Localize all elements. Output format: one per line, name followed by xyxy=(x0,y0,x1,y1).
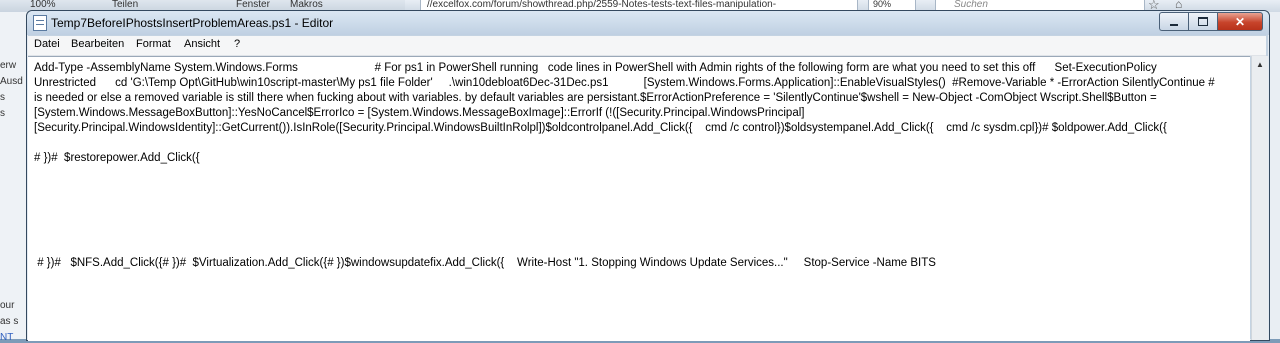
background-left-text: s xyxy=(0,92,5,103)
caption-buttons: ✕ xyxy=(1159,12,1263,31)
menu-edit[interactable]: Bearbeiten xyxy=(71,38,124,50)
background-ribbon-share: Teilen xyxy=(112,0,139,10)
background-left-text: erw xyxy=(0,60,17,71)
title-bar[interactable]: Temp7BeforeIPhostsInsertProblemAreas.ps1… xyxy=(27,11,1269,35)
menu-format[interactable]: Format xyxy=(136,38,171,50)
background-ribbon-macros: Makros xyxy=(290,0,323,10)
background-left-text: s xyxy=(0,108,5,119)
background-left-text: our xyxy=(0,300,15,311)
background-left-text: Ausd xyxy=(0,76,23,87)
window-title: Temp7BeforeIPhostsInsertProblemAreas.ps1… xyxy=(51,16,334,30)
background-ribbon-zoom: 100% xyxy=(30,0,56,10)
menu-file[interactable]: Datei xyxy=(34,38,60,50)
text-editor[interactable]: Add-Type -AssemblyName System.Windows.Fo… xyxy=(28,56,1250,341)
maximize-button[interactable] xyxy=(1188,12,1217,31)
menu-help[interactable]: ? xyxy=(234,38,240,50)
editor-content[interactable]: Add-Type -AssemblyName System.Windows.Fo… xyxy=(34,61,1220,271)
menu-view[interactable]: Ansicht xyxy=(184,38,220,50)
scroll-up-arrow-icon[interactable]: ▲ xyxy=(1252,56,1268,72)
notepad-icon[interactable] xyxy=(33,15,47,31)
background-left-text: as s xyxy=(0,316,19,327)
background-ribbon-window: Fenster xyxy=(236,0,270,10)
menu-bar: Datei Bearbeiten Format Ansicht ? xyxy=(28,36,1266,56)
vertical-scrollbar[interactable]: ▲ xyxy=(1251,56,1268,340)
notepad-window: Temp7BeforeIPhostsInsertProblemAreas.ps1… xyxy=(26,10,1270,341)
maximize-icon xyxy=(1198,17,1208,26)
close-icon: ✕ xyxy=(1234,14,1246,29)
close-button[interactable]: ✕ xyxy=(1217,12,1263,31)
background-left-link: NT xyxy=(0,332,14,343)
minimize-icon xyxy=(1170,23,1178,26)
minimize-button[interactable] xyxy=(1159,12,1188,31)
